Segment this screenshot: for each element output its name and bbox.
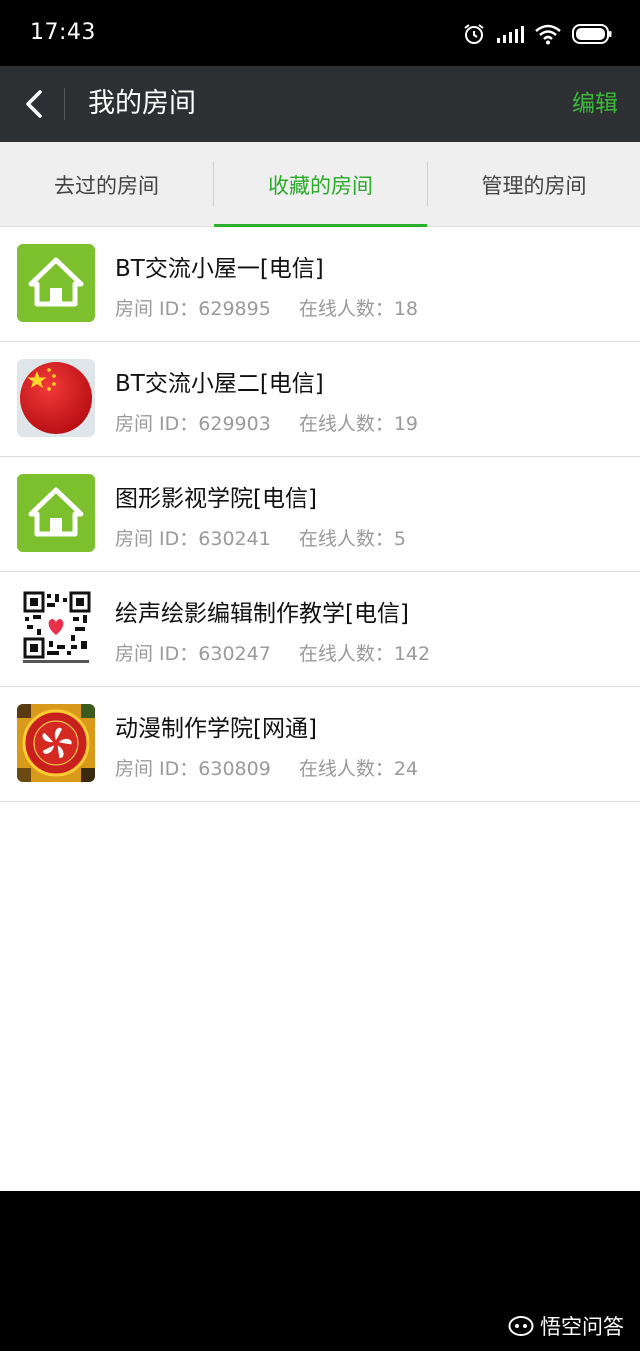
room-meta: 房间 ID：630247 在线人数：142 — [115, 641, 430, 667]
tab-favorite-rooms[interactable]: 收藏的房间 — [214, 142, 427, 227]
room-online-count: 在线人数：24 — [298, 758, 418, 780]
back-button[interactable] — [12, 80, 56, 128]
wifi-icon — [535, 24, 561, 45]
title-bar: 我的房间 编辑 — [0, 66, 640, 142]
room-meta: 房间 ID：629895 在线人数：18 — [115, 296, 418, 322]
tab-visited-rooms[interactable]: 去过的房间 — [0, 142, 213, 227]
tab-bar: 去过的房间 收藏的房间 管理的房间 — [0, 142, 640, 227]
room-name: 绘声绘影编辑制作教学[电信] — [115, 601, 409, 627]
room-name: BT交流小屋一[电信] — [115, 256, 324, 282]
signal-icon — [497, 26, 524, 43]
room-id: 房间 ID：629895 — [115, 298, 271, 320]
china-flag-avatar — [17, 359, 95, 437]
room-id: 房间 ID：630247 — [115, 643, 271, 665]
room-list-item[interactable]: 动漫制作学院[网通] 房间 ID：630809 在线人数：24 — [0, 687, 640, 802]
room-list: BT交流小屋一[电信] 房间 ID：629895 在线人数：18 BT交流小屋二… — [0, 227, 640, 1191]
battery-icon — [572, 24, 612, 44]
house-icon — [17, 474, 95, 552]
room-online-count: 在线人数：18 — [298, 298, 418, 320]
room-id: 房间 ID：630241 — [115, 528, 271, 550]
status-icons — [462, 18, 612, 50]
room-meta: 房间 ID：630241 在线人数：5 — [115, 526, 406, 552]
qr-code-avatar — [17, 589, 95, 667]
room-online-count: 在线人数：142 — [298, 643, 431, 665]
room-meta: 房间 ID：629903 在线人数：19 — [115, 411, 418, 437]
room-name: BT交流小屋二[电信] — [115, 371, 324, 397]
room-list-item[interactable]: BT交流小屋一[电信] 房间 ID：629895 在线人数：18 — [0, 227, 640, 342]
room-online-count: 在线人数：19 — [298, 413, 418, 435]
room-name: 动漫制作学院[网通] — [115, 716, 317, 742]
title-divider — [64, 88, 65, 120]
status-time: 17:43 — [30, 20, 96, 45]
room-id: 房间 ID：630809 — [115, 758, 271, 780]
bauhinia-emblem-avatar — [17, 704, 95, 782]
edit-button[interactable]: 编辑 — [572, 88, 618, 120]
status-bar: 17:43 — [0, 0, 640, 66]
room-list-item[interactable]: 绘声绘影编辑制作教学[电信] 房间 ID：630247 在线人数：142 — [0, 572, 640, 687]
alarm-icon — [464, 24, 484, 44]
room-online-count: 在线人数：5 — [298, 528, 406, 550]
wukong-logo-icon — [508, 1316, 534, 1336]
room-meta: 房间 ID：630809 在线人数：24 — [115, 756, 418, 782]
bottom-area: 悟空问答 — [0, 1191, 640, 1351]
page-title: 我的房间 — [88, 88, 196, 119]
tab-managed-rooms[interactable]: 管理的房间 — [428, 142, 640, 227]
room-list-item[interactable]: 图形影视学院[电信] 房间 ID：630241 在线人数：5 — [0, 457, 640, 572]
watermark-text: 悟空问答 — [540, 1315, 624, 1339]
watermark: 悟空问答 — [508, 1311, 624, 1341]
house-icon — [17, 244, 95, 322]
room-name: 图形影视学院[电信] — [115, 486, 317, 512]
back-arrow-icon — [26, 90, 42, 118]
room-list-item[interactable]: BT交流小屋二[电信] 房间 ID：629903 在线人数：19 — [0, 342, 640, 457]
room-id: 房间 ID：629903 — [115, 413, 271, 435]
